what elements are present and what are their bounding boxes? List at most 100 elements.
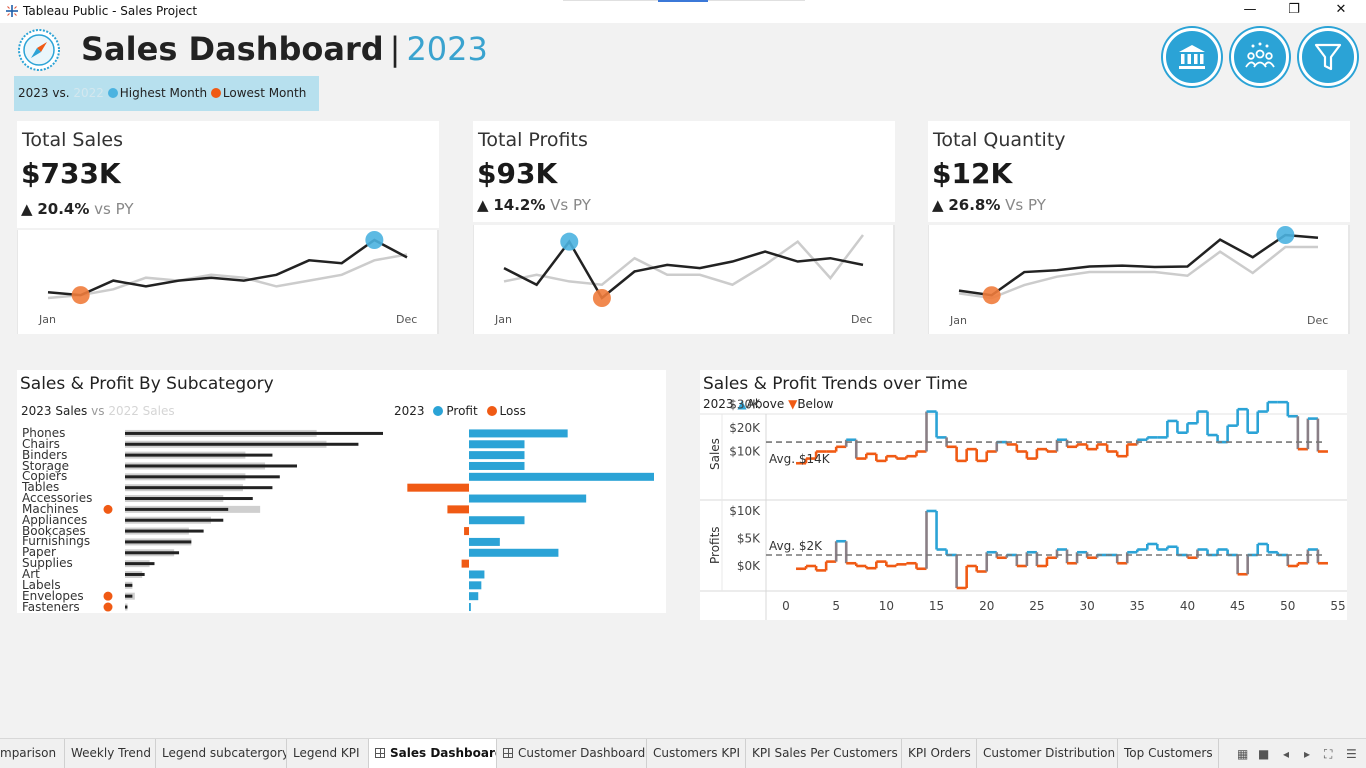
- current-sales-bar: [125, 442, 359, 446]
- kpi-change-pct: 14.2%: [493, 196, 546, 214]
- kpi-change-pct: 20.4%: [37, 200, 90, 218]
- spark-axis-end: Dec: [851, 313, 873, 326]
- kpi-card-total-profits[interactable]: Total Profits $93K ▲ 14.2% Vs PY: [473, 121, 895, 222]
- kpi-change: ▲ 14.2% Vs PY: [477, 196, 591, 214]
- average-label: Avg. $2K: [769, 539, 823, 553]
- y-tick-label: $30K: [729, 398, 761, 412]
- current-sales-bar: [125, 529, 204, 533]
- sheet-tab-label: Sales Dashboard: [390, 746, 497, 760]
- dashboard-grid-icon: [375, 748, 385, 758]
- legend-lowest-month: Lowest Month: [222, 86, 307, 100]
- legend-highest-month: Highest Month: [119, 86, 208, 100]
- spark-axis-end: Dec: [1307, 314, 1329, 327]
- x-tick-label: 35: [1130, 599, 1145, 613]
- sheet-tab[interactable]: KPI Orders: [902, 739, 977, 768]
- profits-sparkline-chart: [473, 225, 895, 334]
- next-tab-icon[interactable]: ▸: [1304, 747, 1310, 761]
- kpi-value: $733K: [21, 157, 121, 190]
- lowest-month-marker: [982, 286, 1001, 305]
- tab-grid-icon[interactable]: ■: [1258, 747, 1269, 761]
- trends-panel[interactable]: Sales & Profit Trends over Time 2023 ▲Ab…: [700, 370, 1347, 620]
- current-year-line: [503, 239, 864, 300]
- kpi-card-total-quantity[interactable]: Total Quantity $12K ▲ 26.8% Vs PY: [928, 121, 1350, 222]
- highest-month-marker: [1276, 226, 1295, 244]
- current-sales-bar: [125, 562, 155, 566]
- sheet-tab[interactable]: KPI Sales Per Customers: [746, 739, 902, 768]
- y-tick-label: $5K: [737, 532, 761, 546]
- kpi-spark-total-profits[interactable]: Jan Dec: [473, 225, 895, 334]
- subcategory-panel[interactable]: Sales & Profit By Subcategory 2023 Sales…: [17, 370, 666, 613]
- fullscreen-icon[interactable]: ⛶: [1324, 747, 1332, 762]
- x-tick-label: 0: [782, 599, 790, 613]
- current-sales-bar: [125, 486, 273, 490]
- compass-logo-icon: [18, 29, 60, 71]
- sheet-tab-label: Customers KPI: [653, 746, 740, 760]
- x-tick-label: 55: [1330, 599, 1345, 613]
- sheet-tab[interactable]: mparison: [0, 739, 65, 768]
- kpi-spark-total-sales[interactable]: Jan Dec: [17, 230, 439, 334]
- x-tick-label: 30: [1079, 599, 1094, 613]
- sales-sparkline-chart: [17, 230, 439, 334]
- kpi-title: Total Sales: [22, 129, 123, 151]
- sheet-tab[interactable]: Weekly Trend: [65, 739, 156, 768]
- profit-bar: [469, 494, 587, 503]
- subcategory-bar-chart: [103, 429, 654, 612]
- filmstrip-icon[interactable]: ▦: [1237, 747, 1248, 761]
- customer-dashboard-nav-button[interactable]: [1231, 28, 1289, 86]
- tab-menu-icon[interactable]: ☰: [1346, 747, 1357, 761]
- y-tick-label: $20K: [729, 421, 761, 435]
- sheet-tab[interactable]: Legend KPI: [287, 739, 369, 768]
- current-sales-bar: [125, 594, 133, 598]
- trends-step-chart: Sales Profits $30K $20K $10K Avg. $14K $10K $5K…: [700, 398, 1347, 620]
- filter-nav-button[interactable]: [1299, 28, 1357, 86]
- previous-tab-icon[interactable]: ◂: [1283, 747, 1289, 761]
- sheet-tab[interactable]: Customers KPI: [647, 739, 746, 768]
- kpi-value: $12K: [932, 157, 1013, 190]
- lowest-month-dot: [210, 88, 221, 98]
- sales-dashboard-nav-button[interactable]: [1163, 28, 1221, 86]
- y-tick-label: $0K: [737, 559, 761, 573]
- highest-month-marker: [560, 232, 579, 251]
- current-sales-bar: [125, 518, 224, 522]
- sheet-tab-bar: mparison Weekly Trend Legend subcatergory L…: [0, 738, 1366, 768]
- minimize-icon[interactable]: —: [1240, 2, 1260, 20]
- x-tick-label: 45: [1230, 599, 1245, 613]
- sheet-tab[interactable]: Top Customers: [1118, 739, 1219, 768]
- current-sales-bar: [125, 540, 192, 544]
- x-tick-label: 50: [1280, 599, 1295, 613]
- spark-axis-end: Dec: [396, 313, 418, 326]
- sheet-tab-label: KPI Orders: [908, 746, 971, 760]
- close-icon[interactable]: ✕: [1331, 2, 1351, 20]
- restore-icon[interactable]: ❐: [1284, 2, 1304, 20]
- profit-bar: [469, 440, 525, 449]
- legend-previous-year: 2022: [73, 86, 104, 100]
- loss-marker-dot: [103, 504, 113, 514]
- loss-bar: [464, 527, 469, 536]
- highest-month-dot: [107, 88, 118, 98]
- kpi-change-pct: 26.8%: [948, 196, 1001, 214]
- legend-current-year: 2023 vs.: [18, 86, 70, 100]
- current-sales-bar: [125, 583, 133, 587]
- window-title-bar: Tableau Public - Sales Project — ❐ ✕: [0, 0, 1366, 23]
- kpi-spark-total-quantity[interactable]: Jan Dec: [928, 225, 1350, 334]
- average-label: Avg. $14K: [769, 452, 831, 466]
- prior-year-line: [958, 245, 1318, 300]
- kpi-card-total-sales[interactable]: Total Sales $733K ▲ 20.4% vs PY: [17, 121, 439, 228]
- current-year-line: [47, 238, 408, 297]
- dashboard-grid-icon: [503, 748, 513, 758]
- kpi-change-vs: vs PY: [94, 200, 134, 218]
- sheet-tab[interactable]: Customer Distribution: [977, 739, 1118, 768]
- current-sales-bar: [125, 605, 128, 609]
- sheet-tab-label: Weekly Trend: [71, 746, 151, 760]
- x-tick-label: 5: [832, 599, 840, 613]
- window-title: Tableau Public - Sales Project: [23, 4, 198, 18]
- sheet-tab-label: Legend KPI: [293, 746, 360, 760]
- current-sales-bar: [125, 507, 229, 511]
- sheet-tab[interactable]: Customer Dashboard: [497, 739, 647, 768]
- sheet-tab-label: Legend subcatergory: [162, 746, 287, 760]
- sheet-tab[interactable]: Sales Dashboard: [369, 739, 497, 768]
- profit-bar: [469, 429, 568, 438]
- current-sales-bar: [125, 551, 180, 555]
- sheet-tab[interactable]: Legend subcatergory: [156, 739, 287, 768]
- current-sales-bar: [125, 464, 297, 468]
